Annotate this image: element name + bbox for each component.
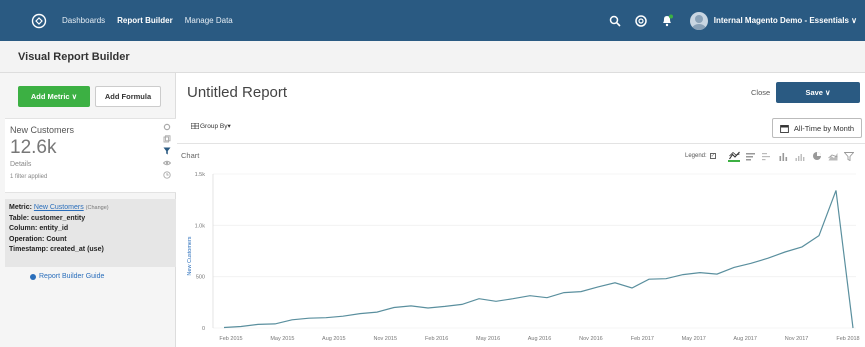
- report-title[interactable]: Untitled Report: [187, 84, 287, 101]
- x-tick-label: Feb 2017: [631, 336, 654, 342]
- chart-gridlines: [212, 173, 856, 329]
- add-formula-button[interactable]: Add Formula: [95, 86, 161, 107]
- time-range-button[interactable]: All-Time by Month: [772, 118, 862, 138]
- metric-column: Column: entity_id: [9, 225, 69, 232]
- visibility-eye-icon[interactable]: [163, 159, 171, 167]
- x-tick-label: Nov 2016: [579, 336, 603, 342]
- nav-report-builder[interactable]: Report Builder: [117, 16, 173, 25]
- metric-value: 12.6k: [10, 137, 57, 158]
- y-axis-ticks: 0 500 1.0k 1.5k: [195, 172, 206, 332]
- close-button[interactable]: Close: [751, 88, 770, 97]
- subheader: Visual Report Builder: [0, 41, 865, 73]
- notifications-bell-icon[interactable]: [660, 14, 674, 28]
- metric-info-metric: Metric: New Customers (Change): [9, 203, 172, 214]
- magento-logo-icon[interactable]: [28, 10, 50, 32]
- x-tick-label: Nov 2017: [785, 336, 809, 342]
- chart-area: Chart Legend: ✓ 0 500 1.0k 1.5k Feb 2015…: [177, 143, 865, 347]
- help-circle-icon: [30, 273, 36, 280]
- help-icon[interactable]: [634, 14, 648, 28]
- page-title: Visual Report Builder: [18, 51, 130, 63]
- guide-link-label: Report Builder Guide: [39, 273, 105, 280]
- x-tick-label: Aug 2017: [733, 336, 757, 342]
- filter-icon[interactable]: [163, 147, 171, 155]
- x-tick-label: Feb 2016: [425, 336, 448, 342]
- y-tick-label: 500: [196, 275, 205, 281]
- y-tick-label: 1.5k: [195, 172, 206, 178]
- nav-manage-data[interactable]: Manage Data: [185, 16, 233, 25]
- copy-icon[interactable]: [163, 135, 171, 143]
- x-tick-label: Aug 2016: [528, 336, 552, 342]
- metric-label: Metric:: [9, 204, 32, 211]
- line-chart: 0 500 1.0k 1.5k Feb 2015 May 2015 Aug 2015 Nov…: [187, 172, 860, 342]
- group-by-button[interactable]: Group By▾: [191, 122, 231, 130]
- x-tick-label: May 2015: [270, 336, 294, 342]
- add-metric-button[interactable]: Add Metric ∨: [18, 86, 90, 107]
- group-by-label: Group By▾: [200, 123, 231, 130]
- calendar-icon: [780, 124, 789, 133]
- user-avatar[interactable]: [689, 11, 708, 30]
- series-line: [223, 190, 854, 329]
- x-tick-label: Feb 2018: [836, 336, 859, 342]
- metric-info-box: Metric: New Customers (Change) Table: cu…: [5, 199, 176, 267]
- time-range-label: All-Time by Month: [793, 123, 855, 133]
- clock-icon[interactable]: [163, 171, 171, 179]
- metric-table: Table: customer_entity: [9, 214, 86, 222]
- x-tick-label: May 2016: [476, 336, 500, 342]
- metric-operation: Operation: Count: [9, 235, 67, 243]
- metric-details-link[interactable]: Details: [10, 161, 31, 168]
- metric-name: New Customers: [10, 125, 75, 135]
- nav-dashboards[interactable]: Dashboards: [62, 16, 105, 25]
- change-link[interactable]: (Change): [86, 205, 109, 211]
- account-menu[interactable]: Internal Magento Demo - Essentials ∨: [714, 16, 857, 25]
- metric-card[interactable]: New Customers 12.6k Details 1 filter app…: [5, 118, 176, 193]
- report-builder-guide-link[interactable]: Report Builder Guide: [30, 273, 104, 280]
- top-nav: Dashboards Report Builder Manage Data In…: [0, 0, 865, 41]
- search-icon[interactable]: [608, 14, 622, 28]
- y-axis-label: New Customers: [187, 236, 193, 275]
- report-main: Untitled Report Close Save ∨ Group By▾ A…: [177, 73, 865, 347]
- x-tick-label: Aug 2015: [322, 336, 346, 342]
- metric-timestamp: Timestamp: created_at (use): [9, 246, 104, 253]
- x-tick-label: Nov 2015: [373, 336, 397, 342]
- grid-icon: [191, 123, 199, 129]
- metrics-panel: Add Metric ∨ Add Formula New Customers 1…: [0, 73, 176, 347]
- x-axis-ticks: Feb 2015 May 2015 Aug 2015 Nov 2015 Feb 2016…: [219, 336, 859, 342]
- x-tick-label: Feb 2015: [219, 336, 242, 342]
- y-tick-label: 0: [202, 326, 205, 332]
- metric-link[interactable]: New Customers: [34, 204, 84, 211]
- metric-filter-count: 1 filter applied: [10, 174, 48, 180]
- nav-right: Internal Magento Demo - Essentials ∨: [596, 0, 857, 41]
- save-button[interactable]: Save ∨: [776, 82, 860, 103]
- y-tick-label: 1.0k: [195, 223, 206, 229]
- gear-icon[interactable]: [163, 123, 171, 131]
- x-tick-label: May 2017: [682, 336, 706, 342]
